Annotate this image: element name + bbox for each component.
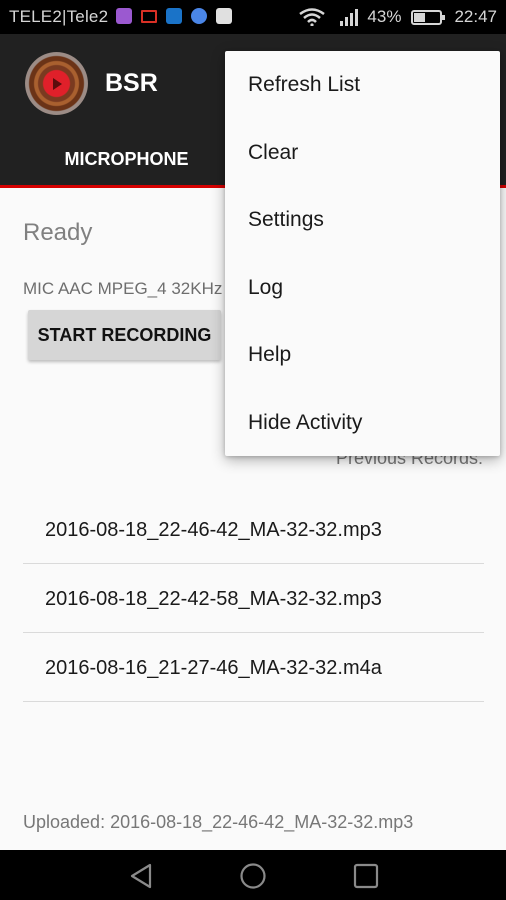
menu-item-refresh-list[interactable]: Refresh List (225, 51, 500, 119)
notification-icons (116, 8, 232, 24)
menu-item-log[interactable]: Log (225, 254, 500, 322)
gmail-icon (141, 9, 157, 23)
status-bar: TELE2|Tele2 43% 22:47 (0, 0, 506, 34)
play-store-icon (216, 8, 232, 24)
battery-icon (411, 9, 446, 25)
home-icon[interactable] (239, 863, 267, 889)
menu-item-settings[interactable]: Settings (225, 186, 500, 254)
list-item[interactable]: 2016-08-18_22-42-58_MA-32-32.mp3 (23, 564, 484, 633)
back-icon[interactable] (128, 863, 156, 889)
start-recording-button[interactable]: START RECORDING (28, 310, 221, 360)
overflow-menu: Refresh List Clear Settings Log Help Hid… (225, 51, 500, 456)
records-list: 2016-08-18_22-46-42_MA-32-32.mp3 2016-08… (23, 495, 484, 702)
recording-config: MIC AAC MPEG_4 32KHz (23, 279, 223, 298)
recorder-status: Ready (23, 219, 93, 246)
tab-microphone[interactable]: MICROPHONE (0, 136, 253, 188)
signal-icon (340, 9, 359, 26)
battery-level (414, 12, 426, 22)
uploaded-status: Uploaded: 2016-08-18_22-46-42_MA-32-32.m… (23, 812, 414, 832)
menu-item-help[interactable]: Help (225, 321, 500, 389)
menu-item-hide-activity[interactable]: Hide Activity (225, 389, 500, 457)
gallery-icon (116, 8, 132, 24)
system-indicators: 43% 22:47 (299, 7, 497, 27)
carrier-label: TELE2|Tele2 (9, 7, 109, 26)
app-logo-icon (25, 52, 88, 115)
email-icon (166, 8, 182, 24)
menu-item-clear[interactable]: Clear (225, 119, 500, 187)
navigation-bar (0, 850, 506, 900)
app-title: BSR (105, 69, 158, 97)
wifi-icon (299, 8, 326, 26)
play-icon (53, 78, 62, 90)
files-icon (191, 8, 207, 24)
clock: 22:47 (454, 7, 497, 26)
list-item[interactable]: 2016-08-16_21-27-46_MA-32-32.m4a (23, 633, 484, 702)
screen: TELE2|Tele2 43% 22:47 BSR MICROPHONE Rea… (0, 0, 506, 900)
list-item[interactable]: 2016-08-18_22-46-42_MA-32-32.mp3 (23, 495, 484, 564)
battery-percent: 43% (367, 7, 402, 26)
recent-apps-icon[interactable] (352, 863, 380, 889)
